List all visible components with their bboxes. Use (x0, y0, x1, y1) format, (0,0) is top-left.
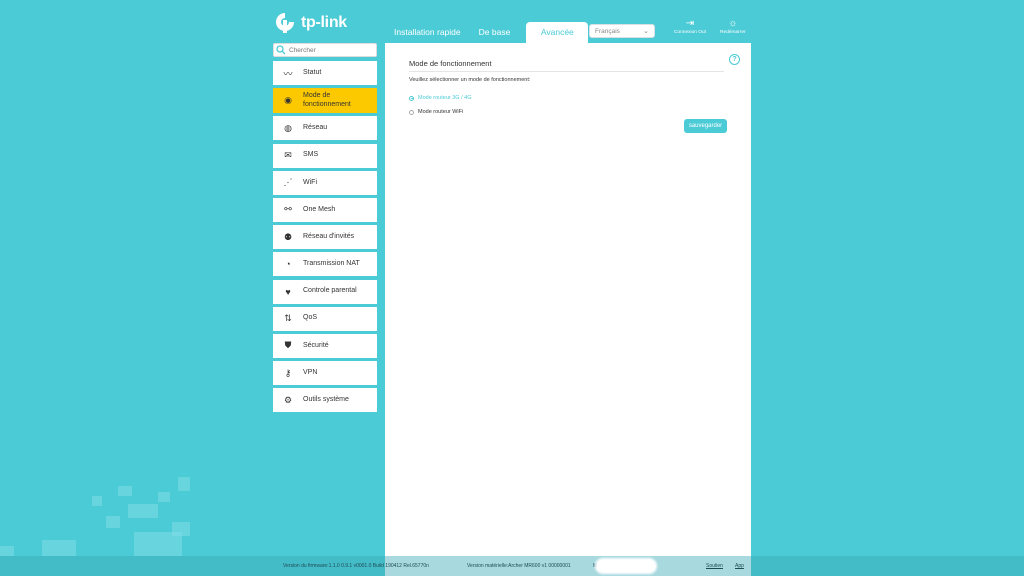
sidebar-item-securite[interactable]: ⛊ Sécurité (273, 333, 377, 358)
radio-dot-icon (409, 95, 414, 101)
sidebar: 〰 Statut ◉ Mode de fonctionnement ◍ Rése… (273, 61, 377, 415)
main-panel: Mode de fonctionnement ? Veuillez sélect… (385, 43, 751, 576)
decoration-square (178, 477, 190, 491)
radio-label: Mode routeur WiFi (418, 109, 464, 115)
radio-label: Mode routeur 3G / 4G (418, 95, 472, 101)
decoration-square (172, 522, 190, 536)
nat-icon: ◔ (285, 259, 291, 270)
key-icon: ⚷ (284, 367, 292, 378)
logout-button[interactable]: ⇥ Connexion Out (674, 18, 706, 35)
tab-avancee[interactable]: Avancée (526, 22, 589, 43)
sidebar-item-reseau-invites[interactable]: ⚉ Réseau d'invités (273, 225, 377, 250)
arrows-icon: ⇅ (284, 313, 292, 324)
sidebar-item-label: VPN (303, 368, 318, 376)
reboot-button[interactable]: ☼ Redémarrer (720, 18, 746, 35)
language-select[interactable]: Français ⌄ (589, 24, 655, 38)
tab-installation-rapide[interactable]: Installation rapide (385, 22, 470, 43)
logout-icon: ⇥ (685, 18, 695, 29)
radio-mode-routeur-3g-4g[interactable]: Mode routeur 3G / 4G (409, 95, 472, 101)
decoration-square (106, 516, 120, 528)
decoration-square (118, 486, 132, 496)
sidebar-item-sms[interactable]: ✉ SMS (273, 143, 377, 168)
sidebar-item-mode-de-fonctionnement[interactable]: ◉ Mode de fonctionnement (273, 88, 377, 114)
sidebar-item-label: Outils système (303, 396, 349, 403)
sidebar-item-label: One Mesh (303, 205, 336, 213)
decoration-square (158, 492, 170, 502)
radio-dot-icon (409, 109, 414, 115)
tab-de-base[interactable]: De base (470, 22, 520, 43)
sidebar-item-label: WiFi (303, 178, 317, 186)
hardware-version: Version matérielle:Archer MR600 v1 00000… (467, 563, 571, 569)
reboot-icon: ☼ (728, 18, 738, 29)
logo-text: tp-link (301, 14, 347, 31)
sidebar-item-label: Réseau (303, 124, 328, 132)
divider (409, 71, 724, 72)
sidebar-item-wifi[interactable]: ⋰ WiFi (273, 170, 377, 195)
decoration-square (128, 504, 158, 518)
sidebar-item-label: SMS (303, 151, 319, 159)
sidebar-item-label: Statut (303, 68, 322, 76)
sidebar-item-label: Controle parental (303, 287, 357, 295)
decoration-square (42, 540, 76, 556)
toggle-icon: ◉ (284, 95, 292, 106)
redacted-area (595, 558, 657, 574)
wifi-icon: ⋰ (283, 177, 293, 188)
app-link[interactable]: App (735, 563, 744, 569)
sidebar-item-label: Mode de fonctionnement (303, 92, 351, 108)
search-box (273, 43, 377, 57)
logout-label: Connexion Out (674, 30, 706, 35)
sidebar-item-statut[interactable]: 〰 Statut (273, 61, 377, 85)
gear-icon: ⚙ (283, 394, 293, 405)
help-icon[interactable]: ? (729, 54, 740, 65)
sidebar-item-reseau[interactable]: ◍ Réseau (273, 116, 377, 141)
shield-icon: ⛊ (284, 340, 292, 351)
radio-mode-routeur-wifi[interactable]: Mode routeur WiFi (409, 109, 463, 115)
search-input[interactable] (286, 46, 369, 54)
reboot-label: Redémarrer (720, 30, 746, 35)
decoration-square (92, 496, 102, 506)
sidebar-item-qos[interactable]: ⇅ QoS (273, 306, 377, 331)
sidebar-item-one-mesh[interactable]: ⚯ One Mesh (273, 197, 377, 222)
sidebar-item-controle-parental[interactable]: ♥ Controle parental (273, 279, 377, 304)
sidebar-item-outils-systeme[interactable]: ⚙ Outils système (273, 388, 377, 413)
sidebar-item-label: QoS (303, 314, 318, 322)
pulse-icon: 〰 (283, 68, 293, 79)
firmware-version: Version du firmware:1.1.0 0.9.1 v0001.0 … (283, 563, 429, 569)
envelope-icon: ✉ (284, 150, 292, 161)
mesh-icon: ⚯ (284, 204, 292, 215)
heart-icon: ♥ (285, 286, 291, 297)
main-tabs: Installation rapide De base Avancée (385, 22, 589, 43)
search-icon (276, 45, 286, 55)
save-button[interactable]: sauvegarder (684, 119, 727, 133)
sidebar-item-label: Transmission NAT (303, 260, 360, 268)
sidebar-item-transmission-nat[interactable]: ◔ Transmission NAT (273, 252, 377, 277)
globe-icon: ◍ (284, 122, 292, 133)
guests-icon: ⚉ (283, 231, 293, 242)
footer: Version du firmware:1.1.0 0.9.1 v0001.0 … (0, 556, 1024, 576)
sidebar-item-vpn[interactable]: ⚷ VPN (273, 361, 377, 386)
support-link[interactable]: Soutien (706, 563, 723, 569)
sidebar-item-label: Réseau d'invités (303, 232, 355, 240)
panel-title: Mode de fonctionnement (409, 59, 492, 68)
tp-link-logo: tp-link (273, 10, 353, 36)
logo-mark-icon (276, 13, 294, 33)
sidebar-item-label: Sécurité (303, 341, 329, 349)
language-selected: Français (595, 27, 620, 35)
mode-prompt: Veuillez sélectionner un mode de fonctio… (409, 77, 531, 83)
decoration-square (0, 546, 14, 556)
chevron-down-icon: ⌄ (643, 28, 649, 35)
